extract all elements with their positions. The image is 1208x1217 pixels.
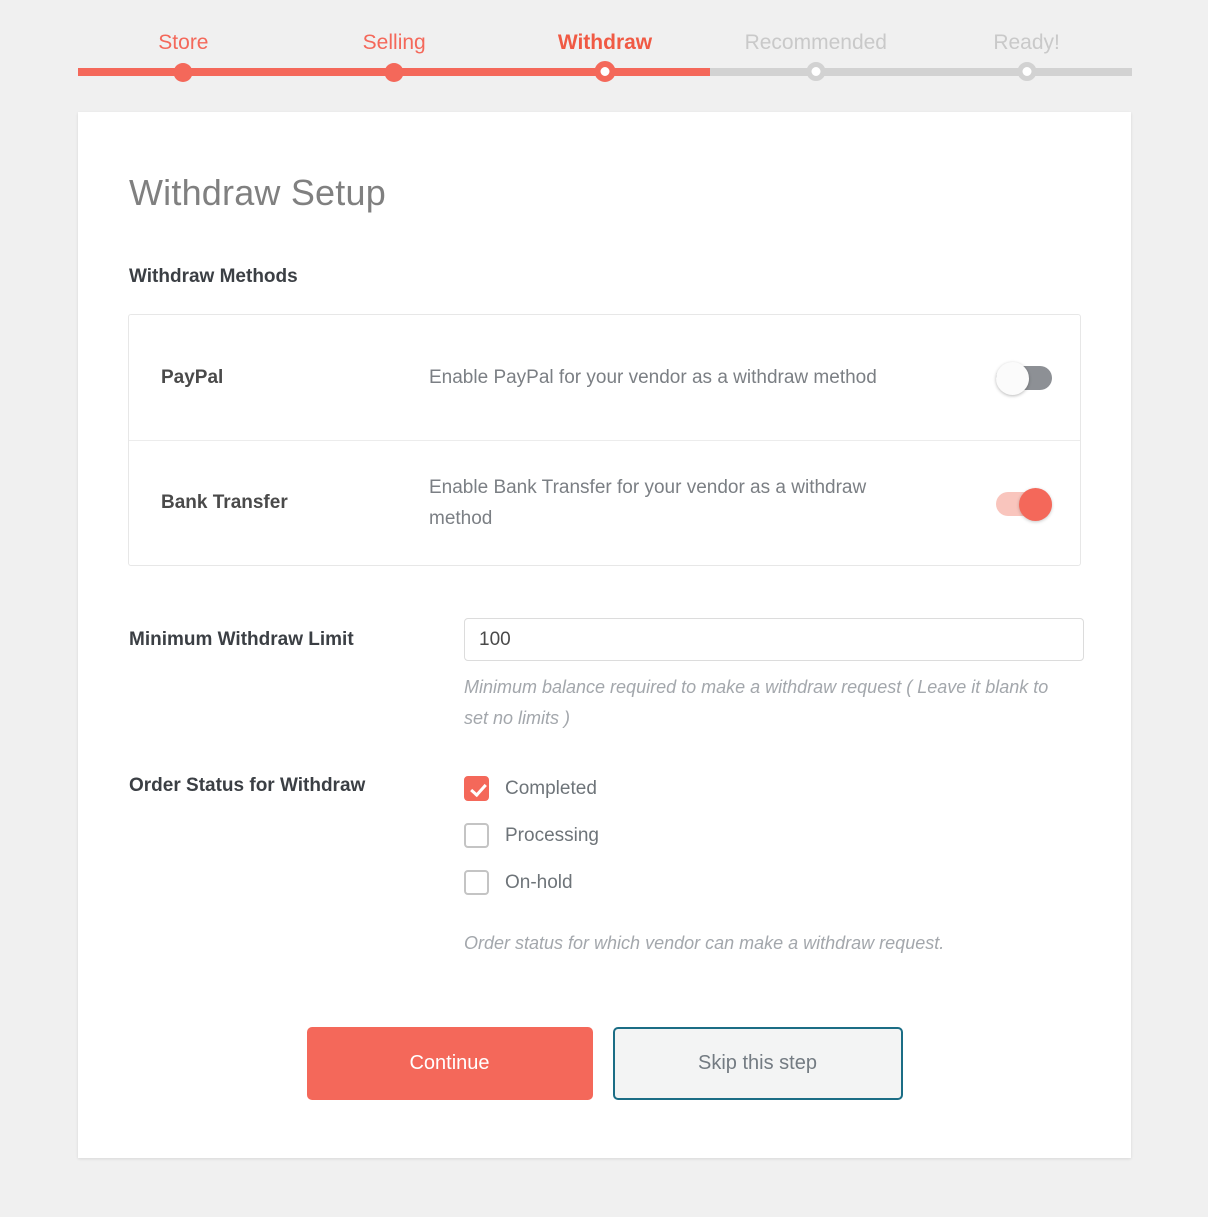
checkbox-item-on-hold[interactable]: On-hold (464, 859, 1081, 906)
checkbox-item-completed[interactable]: Completed (464, 765, 1081, 812)
step-label-store[interactable]: Store (78, 28, 289, 62)
step-label-ready[interactable]: Ready! (921, 28, 1132, 62)
step-dot-selling[interactable] (384, 63, 404, 82)
toggle-bank-transfer[interactable] (996, 487, 1052, 521)
checkbox-item-processing[interactable]: Processing (464, 812, 1081, 859)
withdraw-setup-card: Withdraw Setup Withdraw Methods PayPal E… (78, 112, 1131, 1158)
checkbox-label-completed: Completed (505, 777, 597, 799)
method-name-paypal: PayPal (161, 366, 224, 388)
order-status-options: Completed Processing On-hold (464, 765, 1081, 906)
skip-this-step-button[interactable]: Skip this step (612, 1027, 903, 1100)
withdraw-methods-box: PayPal Enable PayPal for your vendor as … (128, 314, 1081, 566)
method-row-bank-transfer: Bank Transfer Enable Bank Transfer for y… (129, 440, 1080, 565)
method-description-bank-transfer: Enable Bank Transfer for your vendor as … (429, 477, 867, 529)
step-dot-ready[interactable] (1017, 62, 1037, 81)
method-row-paypal: PayPal Enable PayPal for your vendor as … (129, 315, 1080, 440)
step-label-withdraw[interactable]: Withdraw (500, 28, 711, 62)
minimum-withdraw-row: Minimum Withdraw Limit Minimum balance r… (128, 618, 1084, 734)
order-status-row: Order Status for Withdraw Completed Proc… (128, 764, 1081, 959)
checkbox-processing[interactable] (464, 823, 489, 848)
continue-button[interactable]: Continue (306, 1027, 593, 1100)
page-title: Withdraw Setup (129, 172, 386, 213)
minimum-withdraw-help: Minimum balance required to make a withd… (464, 677, 1049, 728)
step-label-selling[interactable]: Selling (289, 28, 500, 62)
minimum-withdraw-input[interactable] (464, 618, 1084, 661)
step-dot-recommended[interactable] (806, 62, 826, 81)
checkbox-label-processing: Processing (505, 824, 599, 846)
stepper-track (78, 61, 1132, 82)
checkbox-label-on-hold: On-hold (505, 871, 573, 893)
method-name-bank-transfer: Bank Transfer (161, 492, 288, 513)
order-status-label: Order Status for Withdraw (129, 775, 366, 796)
step-dot-store[interactable] (173, 63, 193, 82)
form-actions: Continue Skip this step (128, 1027, 1081, 1100)
checkbox-on-hold[interactable] (464, 870, 489, 895)
method-description-paypal: Enable PayPal for your vendor as a withd… (429, 367, 877, 388)
toggle-paypal[interactable] (996, 362, 1052, 395)
checkbox-completed[interactable] (464, 776, 489, 801)
step-label-recommended[interactable]: Recommended (710, 28, 921, 62)
stepper-labels: Store Selling Withdraw Recommended Ready… (78, 28, 1132, 62)
toggle-knob (1019, 487, 1052, 521)
onboarding-stepper: Store Selling Withdraw Recommended Ready… (0, 0, 1208, 112)
minimum-withdraw-label: Minimum Withdraw Limit (129, 629, 354, 650)
order-status-help: Order status for which vendor can make a… (464, 933, 945, 953)
step-dot-withdraw[interactable] (594, 61, 616, 82)
withdraw-methods-heading: Withdraw Methods (129, 266, 298, 287)
toggle-knob (996, 362, 1029, 395)
